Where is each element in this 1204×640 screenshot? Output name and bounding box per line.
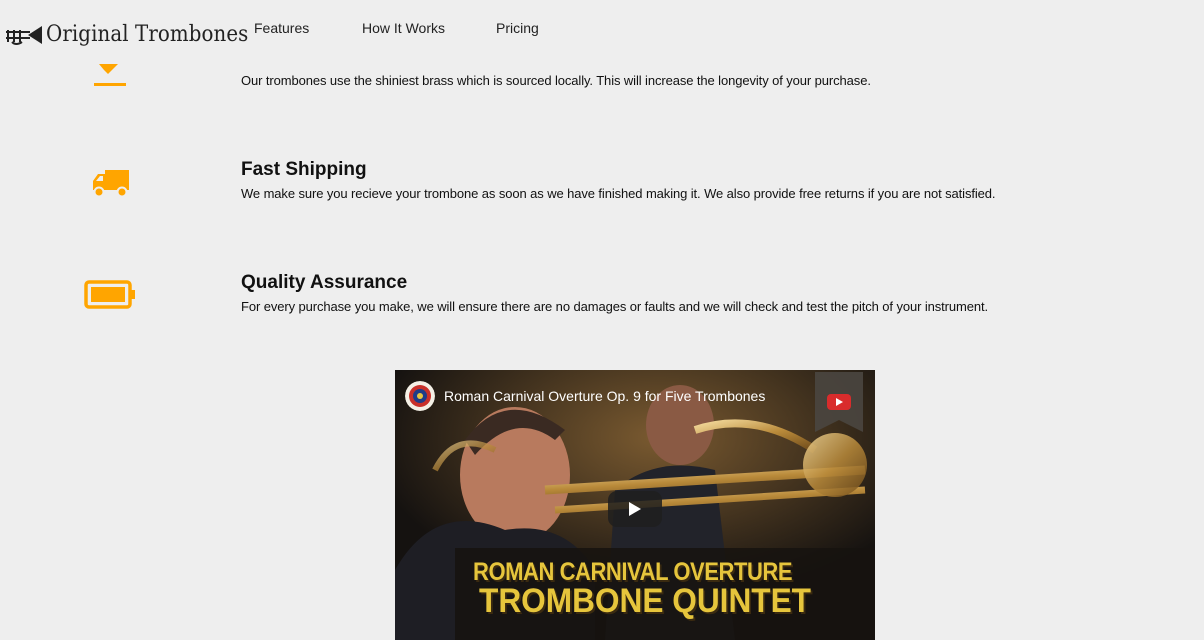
truck-icon xyxy=(93,170,129,198)
feature-title: Quality Assurance xyxy=(241,272,408,293)
youtube-logo-icon[interactable] xyxy=(815,372,863,432)
nav-link-pricing[interactable]: Pricing xyxy=(496,20,539,36)
feature-description: We make sure you recieve your trombone a… xyxy=(241,186,996,201)
logo[interactable]: Original Trombones xyxy=(4,18,271,50)
video-title[interactable]: Roman Carnival Overture Op. 9 for Five T… xyxy=(444,388,765,404)
nav-link-features[interactable]: Features xyxy=(254,20,309,36)
site-header: Original Trombones Features How It Works… xyxy=(0,0,1204,62)
trombone-icon xyxy=(6,26,42,45)
landing-page: Original Trombones Features How It Works… xyxy=(0,0,1204,640)
logo-text: Original Trombones xyxy=(46,21,249,47)
channel-logo-icon xyxy=(405,381,435,411)
thumbnail-overlay-subtitle: TROMBONE QUINTET xyxy=(479,582,811,620)
channel-avatar[interactable] xyxy=(405,381,435,411)
feature-description: Our trombones use the shiniest brass whi… xyxy=(241,73,871,88)
video-embed[interactable]: Roman Carnival Overture Op. 9 for Five T… xyxy=(395,370,875,640)
play-button[interactable] xyxy=(608,491,662,527)
feature-description: For every purchase you make, we will ens… xyxy=(241,299,989,314)
brass-icon xyxy=(94,64,126,86)
play-icon xyxy=(629,502,641,516)
nav-link-how-it-works[interactable]: How It Works xyxy=(362,20,445,36)
feature-title: Fast Shipping xyxy=(241,159,367,180)
battery-icon xyxy=(84,280,135,309)
